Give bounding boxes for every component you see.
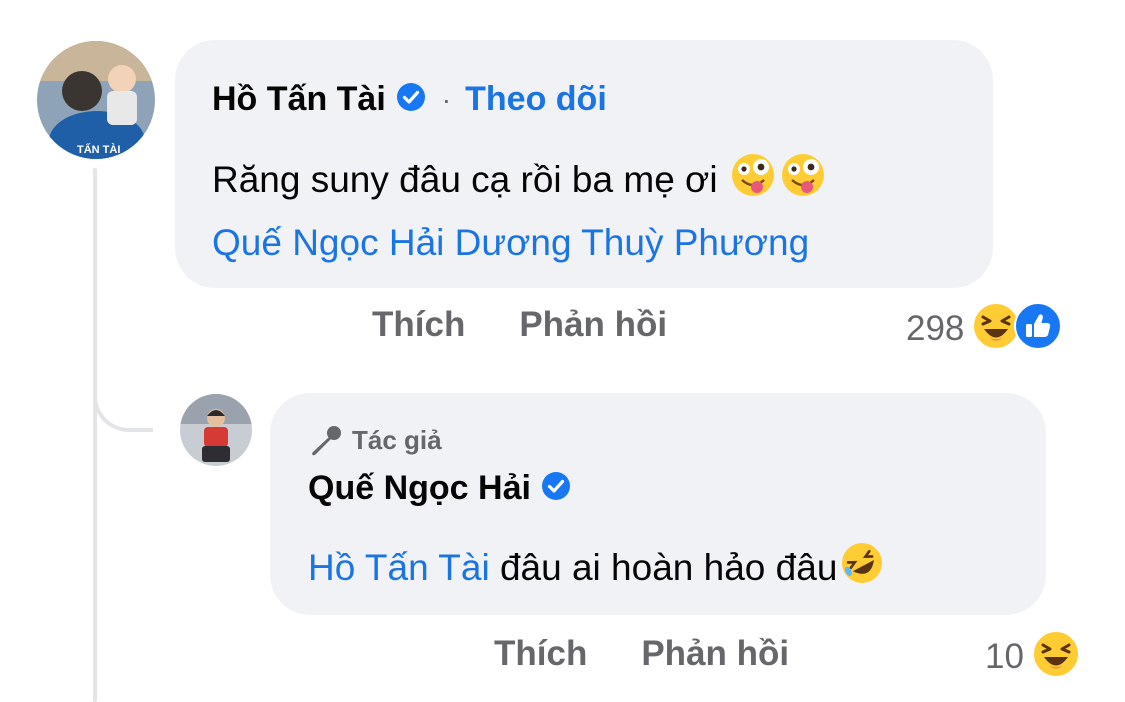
rofl-icon (837, 540, 887, 595)
mention-links[interactable]: Quế Ngọc Hải Dương Thuỳ Phương (212, 222, 809, 264)
svg-text:TẤN TÀI: TẤN TÀI (77, 143, 120, 156)
comment-header: Hồ Tấn Tài · Theo dõi (212, 80, 607, 119)
reply-header: Quế Ngọc Hải (308, 469, 571, 508)
haha-icon (1031, 630, 1080, 683)
thread-line (93, 168, 97, 702)
haha-icon (972, 302, 1021, 355)
reply-text-row: Hồ Tấn Tài đâu ai hoàn hảo đâu (308, 540, 887, 595)
reply-author-name[interactable]: Quế Ngọc Hải (308, 469, 531, 508)
reaction-count: 10 (985, 636, 1024, 676)
avatar[interactable] (180, 394, 252, 466)
comment-actions: Thích Phản hồi (372, 305, 667, 345)
zany-face-icon (730, 152, 776, 207)
like-button[interactable]: Thích (494, 634, 587, 674)
microphone-icon (312, 426, 341, 456)
reply-actions: Thích Phản hồi (494, 634, 789, 674)
reaction-summary[interactable]: 298 (906, 302, 1063, 355)
reply-text: đâu ai hoàn hảo đâu (489, 546, 838, 588)
comment-author-name[interactable]: Hồ Tấn Tài (212, 80, 386, 119)
avatar[interactable]: TẤN TÀI (37, 41, 155, 159)
like-icon (1014, 302, 1063, 355)
follow-button[interactable]: Theo dõi (465, 80, 607, 119)
separator-dot: · (441, 83, 452, 115)
verified-badge-icon (396, 82, 426, 117)
like-button[interactable]: Thích (372, 305, 465, 345)
reaction-summary[interactable]: 10 (985, 630, 1080, 683)
author-badge-label: Tác giả (352, 424, 442, 455)
zany-face-icon (780, 152, 826, 207)
reply-button[interactable]: Phản hồi (641, 634, 789, 674)
thread-branch-line (93, 360, 153, 432)
comment-text: Răng suny đâu cạ rồi ba mẹ ơi (212, 158, 718, 200)
reaction-count: 298 (906, 308, 965, 348)
comment-text-row: Răng suny đâu cạ rồi ba mẹ ơi (212, 152, 826, 207)
reply-mention-link[interactable]: Hồ Tấn Tài (308, 547, 490, 589)
comment-mentions-row: Quế Ngọc Hải Dương Thuỳ Phương (212, 222, 809, 264)
reply-button[interactable]: Phản hồi (519, 305, 667, 345)
author-badge: Tác giả (308, 424, 442, 456)
verified-badge-icon (541, 471, 571, 506)
